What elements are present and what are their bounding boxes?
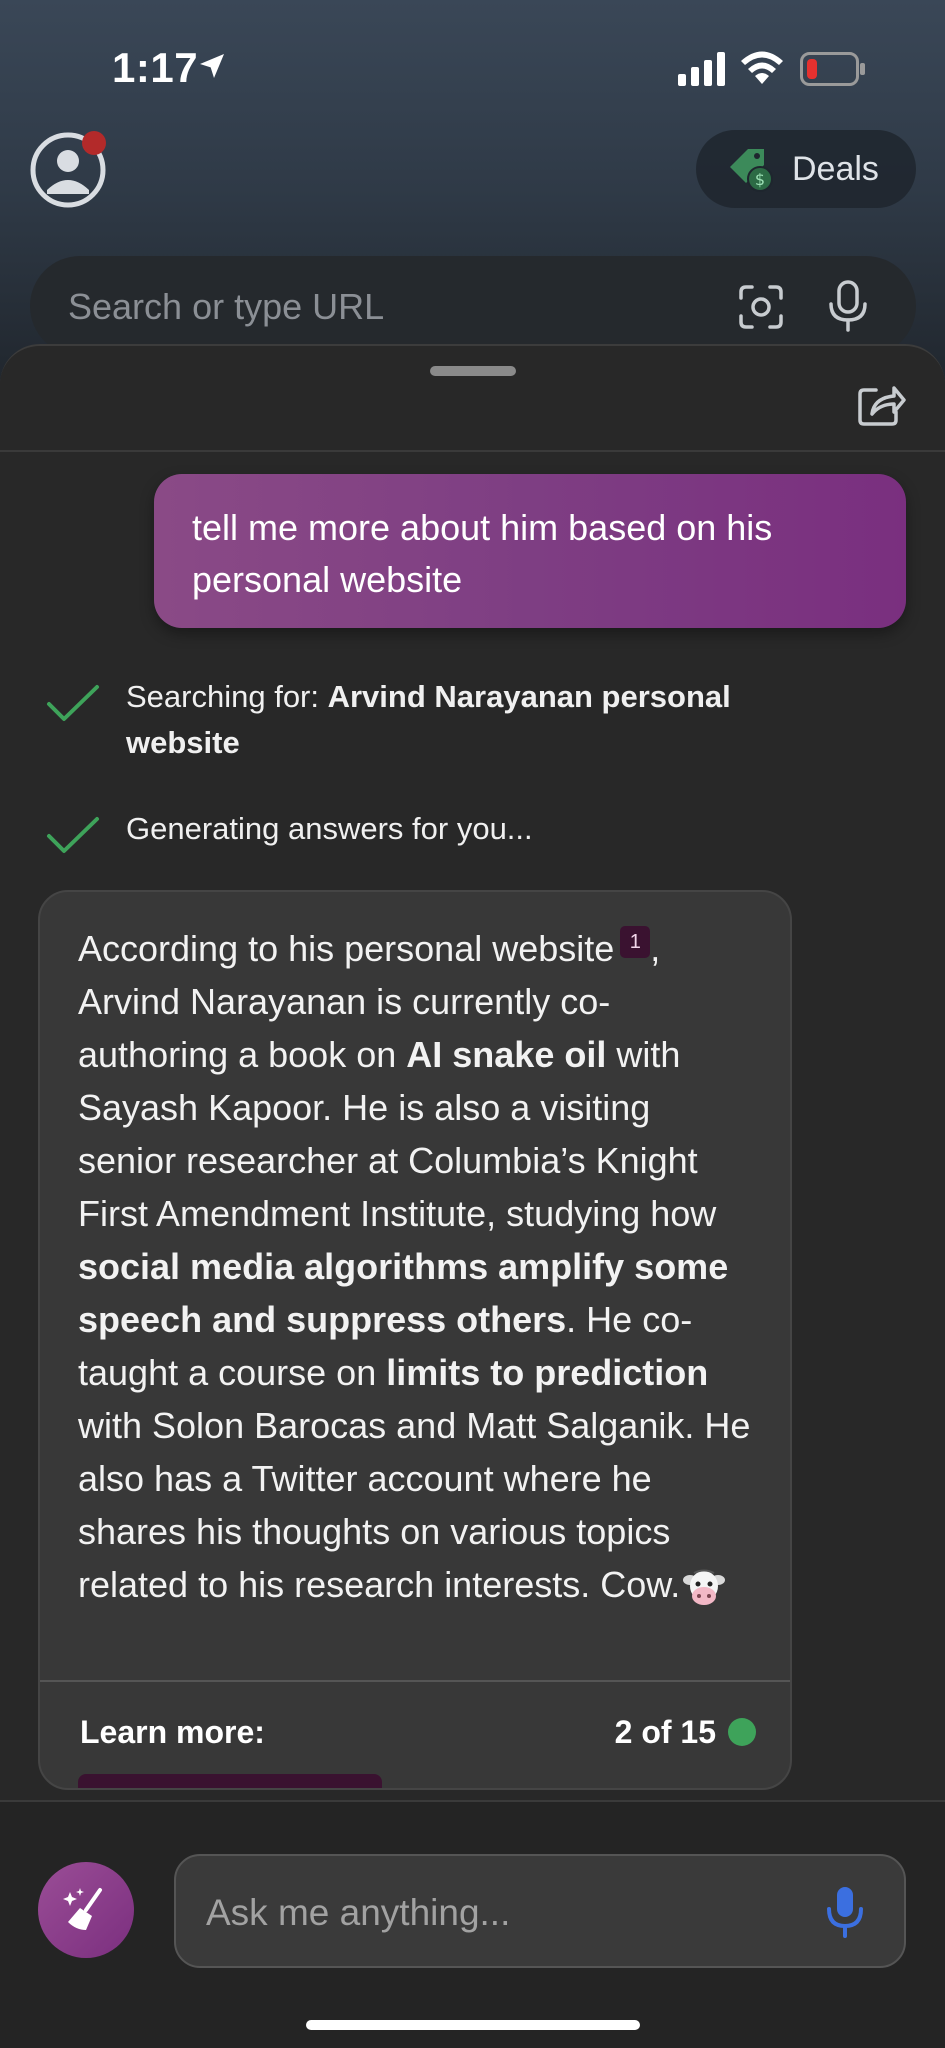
cow-emoji-icon xyxy=(683,1569,726,1606)
notification-dot xyxy=(82,131,106,155)
generating-step-text: Generating answers for you... xyxy=(126,811,533,846)
answer-card: According to his personal website 1, Arvi… xyxy=(38,890,792,1790)
search-step-prefix: Searching for: xyxy=(126,679,328,714)
status-bar: 1:17 xyxy=(0,0,945,130)
ask-placeholder: Ask me anything... xyxy=(206,1892,511,1933)
deals-label: Deals xyxy=(792,149,879,188)
share-icon[interactable] xyxy=(856,378,906,428)
svg-text:$: $ xyxy=(755,170,765,189)
answer-divider xyxy=(40,1680,790,1682)
microphone-icon[interactable] xyxy=(826,1886,864,1938)
checkmark-icon xyxy=(47,685,99,721)
generating-step: Generating answers for you... xyxy=(46,806,533,856)
status-dot xyxy=(728,1718,756,1746)
status-time: 1:17 xyxy=(112,44,199,91)
cellular-signal-icon xyxy=(678,52,725,86)
ask-input[interactable]: Ask me anything... xyxy=(174,1854,906,1968)
chat-sheet: tell me more about him based on his pers… xyxy=(0,344,945,2048)
user-message-bubble: tell me more about him based on his pers… xyxy=(154,474,906,628)
location-arrow-icon xyxy=(200,54,224,78)
learn-more-label: Learn more: xyxy=(80,1714,265,1750)
sheet-grabber[interactable] xyxy=(430,366,516,376)
answer-text: According to his personal website 1, Arvi… xyxy=(40,892,790,1611)
url-bar[interactable]: Search or type URL xyxy=(30,256,916,356)
composer-bar: Ask me anything... xyxy=(0,1800,945,2048)
turn-counter: 2 of 15 xyxy=(614,1714,716,1750)
sheet-divider xyxy=(0,450,945,452)
search-step: Searching for: Arvind Narayanan personal… xyxy=(46,674,846,766)
microphone-icon[interactable] xyxy=(826,280,870,332)
broom-sparkle-icon xyxy=(63,1888,102,1930)
deals-button[interactable]: $ Deals xyxy=(696,130,916,208)
citation-badge[interactable]: 1 xyxy=(620,926,651,958)
wifi-icon xyxy=(741,51,783,84)
new-topic-button[interactable] xyxy=(38,1862,134,1958)
search-step-text: Searching for: Arvind Narayanan personal… xyxy=(126,674,846,766)
visual-search-icon[interactable] xyxy=(738,284,784,330)
home-indicator[interactable] xyxy=(306,2020,640,2030)
battery-icon xyxy=(800,52,865,86)
url-placeholder: Search or type URL xyxy=(68,286,385,327)
source-link-1[interactable]: 1. cs.princeton.edu xyxy=(78,1774,382,1788)
checkmark-icon xyxy=(47,817,99,853)
price-tag-icon: $ xyxy=(730,149,773,192)
